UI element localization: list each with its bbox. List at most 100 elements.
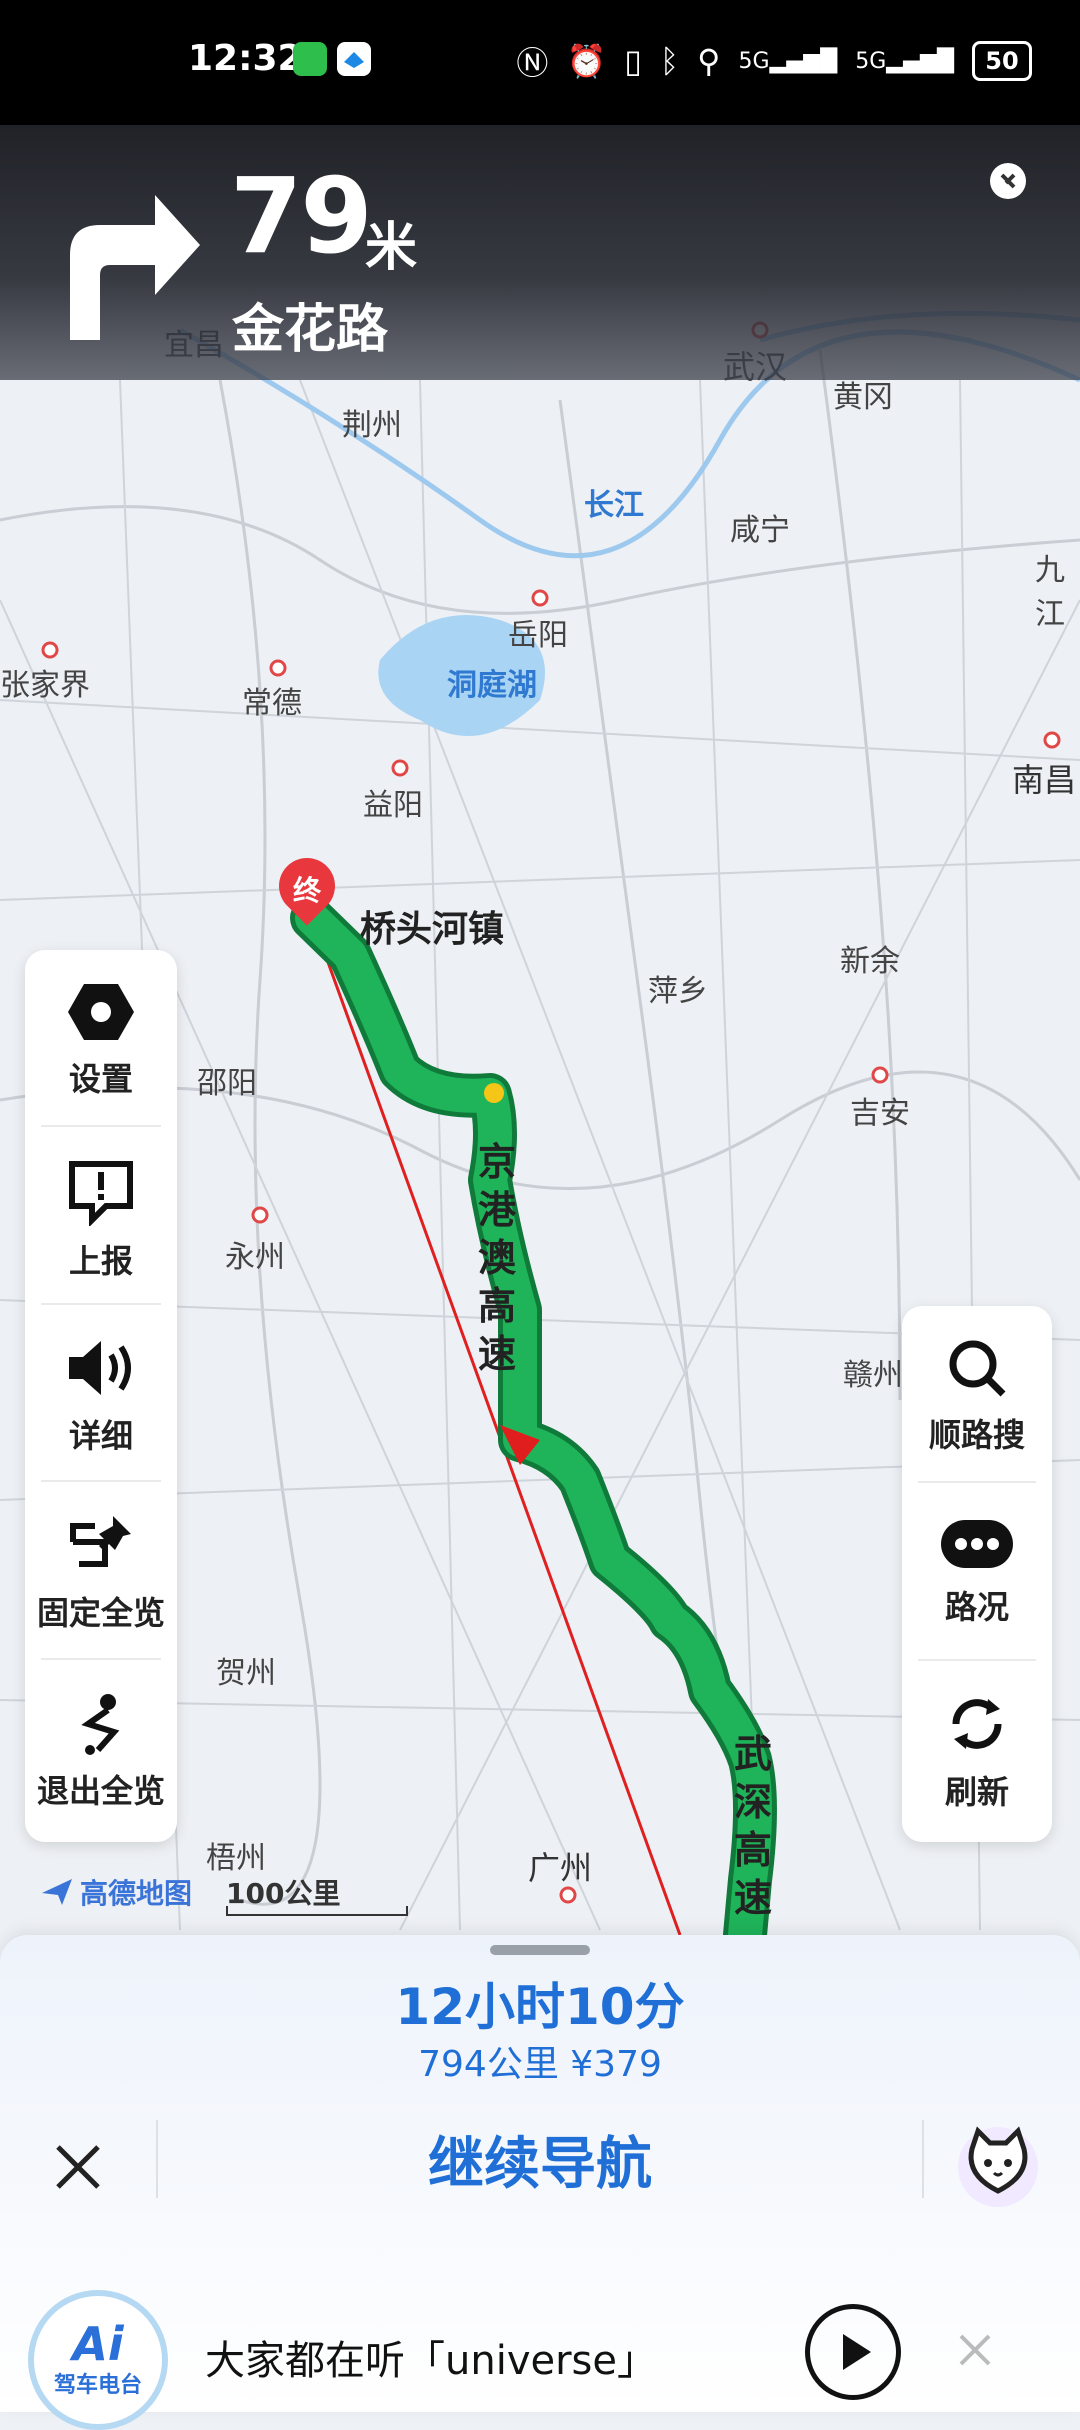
turn-right-icon xyxy=(70,195,200,340)
highway-char: 速 xyxy=(734,1876,773,1920)
city-label: 荆州 xyxy=(342,408,402,443)
status-bar: 12:32 Ⓝ ⏰ ▯ ᛒ ⚲ 5G▂▄▆█ 5G▂▄▆█ 50 xyxy=(0,0,1080,125)
app-icon xyxy=(337,42,371,76)
report-icon xyxy=(69,1161,133,1226)
destination-label: 桥头河镇 xyxy=(360,909,505,950)
fix-overview-button[interactable]: 固定全览 xyxy=(25,1512,177,1634)
city-label: 永州 xyxy=(225,1240,285,1275)
exit-overview-button[interactable]: 退出全览 xyxy=(25,1690,177,1812)
radio-badge[interactable]: Ai 驾车电台 xyxy=(28,2290,168,2430)
status-time: 12:32 xyxy=(188,38,303,79)
amap-logo-icon xyxy=(42,1879,72,1905)
detail-button[interactable]: 详细 xyxy=(25,1335,177,1457)
voice-broadcast-icon[interactable] xyxy=(984,157,1032,205)
divider xyxy=(41,1303,161,1305)
traffic-label: 路况 xyxy=(944,1588,1009,1626)
search-icon xyxy=(949,1340,1006,1397)
messages-icon xyxy=(293,42,327,76)
city-label: 梧州 xyxy=(206,1841,266,1876)
destination-pin-label: 终 xyxy=(292,873,322,907)
detail-label: 详细 xyxy=(68,1417,133,1455)
play-icon xyxy=(843,2334,871,2370)
speaker-icon xyxy=(69,1341,131,1395)
drag-handle[interactable] xyxy=(490,1945,590,1955)
city-label: 九江 xyxy=(1035,553,1065,632)
nfc-icon: Ⓝ xyxy=(516,44,549,82)
city-label: 萍乡 xyxy=(648,974,708,1009)
eta-duration: 12小时10分 xyxy=(395,1978,685,2036)
highway-char: 高 xyxy=(734,1828,773,1872)
highway-char: 深 xyxy=(734,1780,773,1824)
refresh-button[interactable]: 刷新 xyxy=(902,1691,1052,1813)
highway-label-wushen: 武 深 高 速 xyxy=(734,1730,774,1922)
amap-logo: 高德地图 xyxy=(40,1872,192,1912)
city-label: 赣州 xyxy=(843,1358,903,1393)
search-along-button[interactable]: 顺路搜 xyxy=(902,1336,1052,1456)
right-toolbar: 顺路搜 路况 刷新 xyxy=(902,1306,1052,1842)
distance-unit: 米 xyxy=(365,218,418,278)
cat-assistant-icon[interactable] xyxy=(950,2115,1046,2211)
settings-icon xyxy=(68,984,134,1040)
city-label: 咸宁 xyxy=(730,513,790,548)
city-label: 岳阳 xyxy=(508,618,568,653)
divider xyxy=(41,1480,161,1482)
battery-icon: 50 xyxy=(972,41,1032,81)
route-distance-toll: 794公里 ¥379 xyxy=(418,2044,662,2085)
fix-overview-label: 固定全览 xyxy=(36,1594,165,1632)
signal-5g-icon: 5G▂▄▆█ xyxy=(855,48,954,74)
radio-sub-label: 驾车电台 xyxy=(53,2373,142,2398)
refresh-label: 刷新 xyxy=(944,1773,1009,1811)
highway-char: 港 xyxy=(478,1188,517,1232)
amap-logo-text: 高德地图 xyxy=(80,1877,193,1910)
refresh-icon xyxy=(952,1699,1002,1749)
location-icon: ⚲ xyxy=(697,42,721,80)
city-label: 张家界 xyxy=(0,668,90,703)
radio-now-playing: 大家都在听「universe」 xyxy=(205,2338,657,2384)
continue-navigation-button[interactable]: 继续导航 xyxy=(160,2120,920,2210)
city-label: 常德 xyxy=(242,686,302,721)
close-icon[interactable] xyxy=(46,2135,110,2199)
nav-header: 79 米 金花路 xyxy=(0,125,1080,380)
exit-route-icon xyxy=(81,1694,120,1755)
river-label: 长江 xyxy=(584,488,644,523)
bluetooth-icon: ᛒ xyxy=(659,42,680,80)
highway-char: 速 xyxy=(478,1332,517,1376)
city-label: 新余 xyxy=(840,944,900,979)
radio-ai-label: Ai xyxy=(72,2317,124,2371)
alarm-icon: ⏰ xyxy=(566,42,607,80)
radio-bar[interactable]: Ai 驾车电台 大家都在听「universe」 xyxy=(20,2290,1060,2430)
settings-button[interactable]: 设置 xyxy=(25,980,177,1100)
divider xyxy=(922,2120,924,2198)
search-along-label: 顺路搜 xyxy=(928,1416,1025,1454)
highway-char: 澳 xyxy=(478,1236,517,1280)
city-label: 贺州 xyxy=(216,1656,276,1691)
highway-char: 武 xyxy=(734,1732,773,1776)
status-icons: Ⓝ ⏰ ▯ ᛒ ⚲ 5G▂▄▆█ 5G▂▄▆█ 50 xyxy=(516,38,1032,84)
exit-overview-label: 退出全览 xyxy=(36,1772,165,1810)
divider xyxy=(41,1125,161,1127)
city-label: 益阳 xyxy=(363,788,423,823)
map-scale-bar xyxy=(226,1906,408,1916)
dismiss-icon[interactable] xyxy=(955,2330,995,2370)
distance-value: 79 xyxy=(230,155,373,277)
divider xyxy=(918,1481,1036,1483)
highway-char: 高 xyxy=(478,1284,517,1328)
city-label: 吉安 xyxy=(850,1096,910,1131)
next-road-name: 金花路 xyxy=(232,300,389,360)
play-button[interactable] xyxy=(805,2304,901,2400)
city-label: 邵阳 xyxy=(197,1066,257,1101)
lake-label: 洞庭湖 xyxy=(447,668,537,703)
report-button[interactable]: 上报 xyxy=(25,1160,177,1282)
left-toolbar: 设置 上报 详细 固定全览 退出全览 xyxy=(25,950,177,1842)
traffic-button[interactable]: 路况 xyxy=(902,1516,1052,1628)
divider xyxy=(41,1658,161,1660)
settings-label: 设置 xyxy=(68,1060,133,1098)
signal-5g-icon: 5G▂▄▆█ xyxy=(738,48,838,74)
vibrate-icon: ▯ xyxy=(624,42,642,80)
city-label: 南昌 xyxy=(1012,761,1077,799)
highway-label-jinggangao: 京 港 澳 高 速 xyxy=(478,1138,518,1378)
city-label: 广州 xyxy=(528,1849,593,1887)
pin-route-icon xyxy=(70,1516,131,1567)
divider xyxy=(156,2120,158,2198)
report-label: 上报 xyxy=(68,1242,133,1280)
